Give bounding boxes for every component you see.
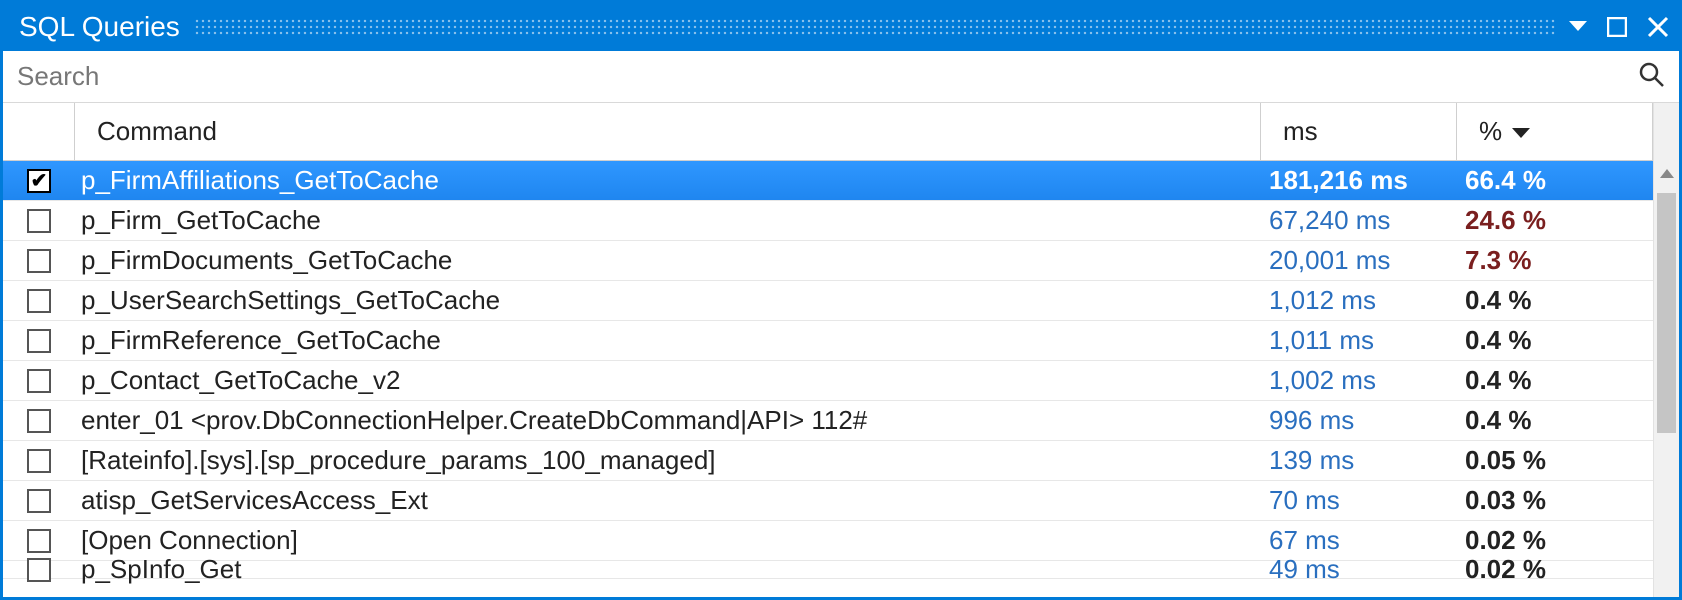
row-command: p_UserSearchSettings_GetToCache xyxy=(75,285,1261,316)
row-checkbox-cell xyxy=(3,289,75,313)
row-ms: 67,240 ms xyxy=(1261,205,1457,236)
row-checkbox[interactable] xyxy=(27,558,51,582)
header-command-label: Command xyxy=(97,116,217,147)
row-ms: 181,216 ms xyxy=(1261,165,1457,196)
row-pct: 0.05 % xyxy=(1457,445,1653,476)
scroll-up-icon[interactable] xyxy=(1654,161,1679,187)
table-row[interactable]: atisp_GetServicesAccess_Ext70 ms0.03 % xyxy=(3,481,1653,521)
header-pct[interactable]: % xyxy=(1457,103,1653,160)
maximize-icon[interactable] xyxy=(1607,17,1627,37)
row-pct: 0.02 % xyxy=(1457,554,1653,585)
titlebar-controls xyxy=(1569,16,1669,38)
row-command: [Open Connection] xyxy=(75,525,1261,556)
table-row[interactable]: p_Firm_GetToCache67,240 ms24.6 % xyxy=(3,201,1653,241)
search-bar xyxy=(3,51,1679,103)
row-command: p_Firm_GetToCache xyxy=(75,205,1261,236)
row-ms: 1,011 ms xyxy=(1261,325,1457,356)
sort-desc-icon xyxy=(1512,116,1530,147)
row-checkbox[interactable] xyxy=(27,529,51,553)
row-checkbox[interactable] xyxy=(27,209,51,233)
table-row[interactable]: [Rateinfo].[sys].[sp_procedure_params_10… xyxy=(3,441,1653,481)
close-icon[interactable] xyxy=(1647,16,1669,38)
header-checkbox-col xyxy=(3,103,75,160)
row-command: p_FirmAffiliations_GetToCache xyxy=(75,165,1261,196)
header-pct-label: % xyxy=(1479,116,1502,147)
row-command: atisp_GetServicesAccess_Ext xyxy=(75,485,1261,516)
row-pct: 66.4 % xyxy=(1457,165,1653,196)
header-ms[interactable]: ms xyxy=(1261,103,1457,160)
row-checkbox[interactable] xyxy=(27,249,51,273)
row-command: p_FirmReference_GetToCache xyxy=(75,325,1261,356)
row-pct: 7.3 % xyxy=(1457,245,1653,276)
row-checkbox-cell xyxy=(3,558,75,582)
row-ms: 1,012 ms xyxy=(1261,285,1457,316)
row-checkbox[interactable] xyxy=(27,449,51,473)
row-checkbox-cell xyxy=(3,209,75,233)
row-checkbox[interactable] xyxy=(27,169,51,193)
row-ms: 1,002 ms xyxy=(1261,365,1457,396)
row-pct: 24.6 % xyxy=(1457,205,1653,236)
search-input[interactable] xyxy=(17,61,1637,92)
row-checkbox[interactable] xyxy=(27,489,51,513)
row-checkbox-cell xyxy=(3,249,75,273)
table-row[interactable]: p_SpInfo_Get49 ms0.02 % xyxy=(3,561,1653,579)
header-command[interactable]: Command xyxy=(75,103,1261,160)
panel-title: SQL Queries xyxy=(19,11,180,43)
row-checkbox[interactable] xyxy=(27,409,51,433)
row-command: enter_01 <prov.DbConnectionHelper.Create… xyxy=(75,405,1261,436)
row-ms: 49 ms xyxy=(1261,554,1457,585)
row-checkbox-cell xyxy=(3,329,75,353)
vertical-scrollbar[interactable] xyxy=(1653,103,1679,597)
header-ms-label: ms xyxy=(1283,116,1318,147)
row-pct: 0.02 % xyxy=(1457,525,1653,556)
header-row: Command ms % xyxy=(3,103,1653,161)
table-row[interactable]: p_FirmDocuments_GetToCache20,001 ms7.3 % xyxy=(3,241,1653,281)
row-ms: 67 ms xyxy=(1261,525,1457,556)
row-checkbox-cell xyxy=(3,369,75,393)
row-command: p_FirmDocuments_GetToCache xyxy=(75,245,1261,276)
row-checkbox-cell xyxy=(3,169,75,193)
row-pct: 0.4 % xyxy=(1457,405,1653,436)
row-ms: 70 ms xyxy=(1261,485,1457,516)
row-command: p_SpInfo_Get xyxy=(75,554,1261,585)
table-row[interactable]: enter_01 <prov.DbConnectionHelper.Create… xyxy=(3,401,1653,441)
row-checkbox-cell xyxy=(3,409,75,433)
row-checkbox[interactable] xyxy=(27,329,51,353)
row-pct: 0.03 % xyxy=(1457,485,1653,516)
query-grid: Command ms % p_FirmAffiliations_GetToCac… xyxy=(3,103,1653,597)
row-ms: 996 ms xyxy=(1261,405,1457,436)
row-checkbox[interactable] xyxy=(27,369,51,393)
row-command: p_Contact_GetToCache_v2 xyxy=(75,365,1261,396)
row-checkbox-cell xyxy=(3,489,75,513)
row-pct: 0.4 % xyxy=(1457,365,1653,396)
grid-wrap: Command ms % p_FirmAffiliations_GetToCac… xyxy=(3,103,1679,597)
titlebar-grip[interactable] xyxy=(194,18,1555,36)
titlebar: SQL Queries xyxy=(3,3,1679,51)
search-icon[interactable] xyxy=(1637,60,1665,93)
dropdown-icon[interactable] xyxy=(1569,21,1587,33)
row-checkbox[interactable] xyxy=(27,289,51,313)
row-ms: 139 ms xyxy=(1261,445,1457,476)
row-pct: 0.4 % xyxy=(1457,325,1653,356)
row-ms: 20,001 ms xyxy=(1261,245,1457,276)
table-row[interactable]: p_UserSearchSettings_GetToCache1,012 ms0… xyxy=(3,281,1653,321)
rows-container: p_FirmAffiliations_GetToCache181,216 ms6… xyxy=(3,161,1653,597)
table-row[interactable]: p_FirmReference_GetToCache1,011 ms0.4 % xyxy=(3,321,1653,361)
scrollbar-thumb[interactable] xyxy=(1657,193,1676,433)
row-command: [Rateinfo].[sys].[sp_procedure_params_10… xyxy=(75,445,1261,476)
table-row[interactable]: p_FirmAffiliations_GetToCache181,216 ms6… xyxy=(3,161,1653,201)
sql-queries-panel: SQL Queries Command ms % xyxy=(0,0,1682,600)
row-checkbox-cell xyxy=(3,449,75,473)
row-checkbox-cell xyxy=(3,529,75,553)
table-row[interactable]: p_Contact_GetToCache_v21,002 ms0.4 % xyxy=(3,361,1653,401)
row-pct: 0.4 % xyxy=(1457,285,1653,316)
